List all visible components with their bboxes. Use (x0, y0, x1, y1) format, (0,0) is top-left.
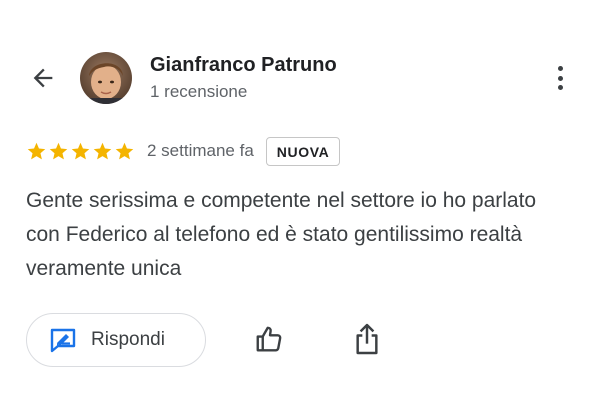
thumbs-up-icon (256, 326, 282, 352)
star-rating (26, 141, 135, 162)
reply-icon (50, 328, 76, 353)
profile-photo-image (80, 52, 132, 104)
star-icon (115, 142, 134, 159)
rating-row: 2 settimane fa NUOVA (26, 134, 341, 168)
back-button[interactable] (26, 61, 60, 95)
reply-label: Rispondi (91, 329, 165, 350)
more-options-button[interactable] (548, 62, 572, 94)
review-time: 2 settimane fa (147, 141, 254, 160)
new-badge: NUOVA (265, 136, 341, 166)
star-icon (27, 142, 46, 159)
reply-button[interactable]: Rispondi (26, 313, 206, 367)
star-icon (71, 142, 90, 159)
arrow-back-icon (33, 68, 53, 88)
author-review-count: 1 recensione (150, 82, 248, 101)
star-icon (49, 142, 68, 159)
star-icon (93, 142, 112, 159)
avatar[interactable] (80, 52, 132, 104)
more-vertical-icon (557, 66, 563, 71)
review-text: Gente serissima e competente nel settore… (26, 189, 537, 280)
like-button[interactable] (252, 322, 286, 356)
share-button[interactable] (350, 320, 384, 358)
share-icon (356, 323, 378, 355)
author-name[interactable]: Gianfranco Patruno (150, 54, 337, 77)
